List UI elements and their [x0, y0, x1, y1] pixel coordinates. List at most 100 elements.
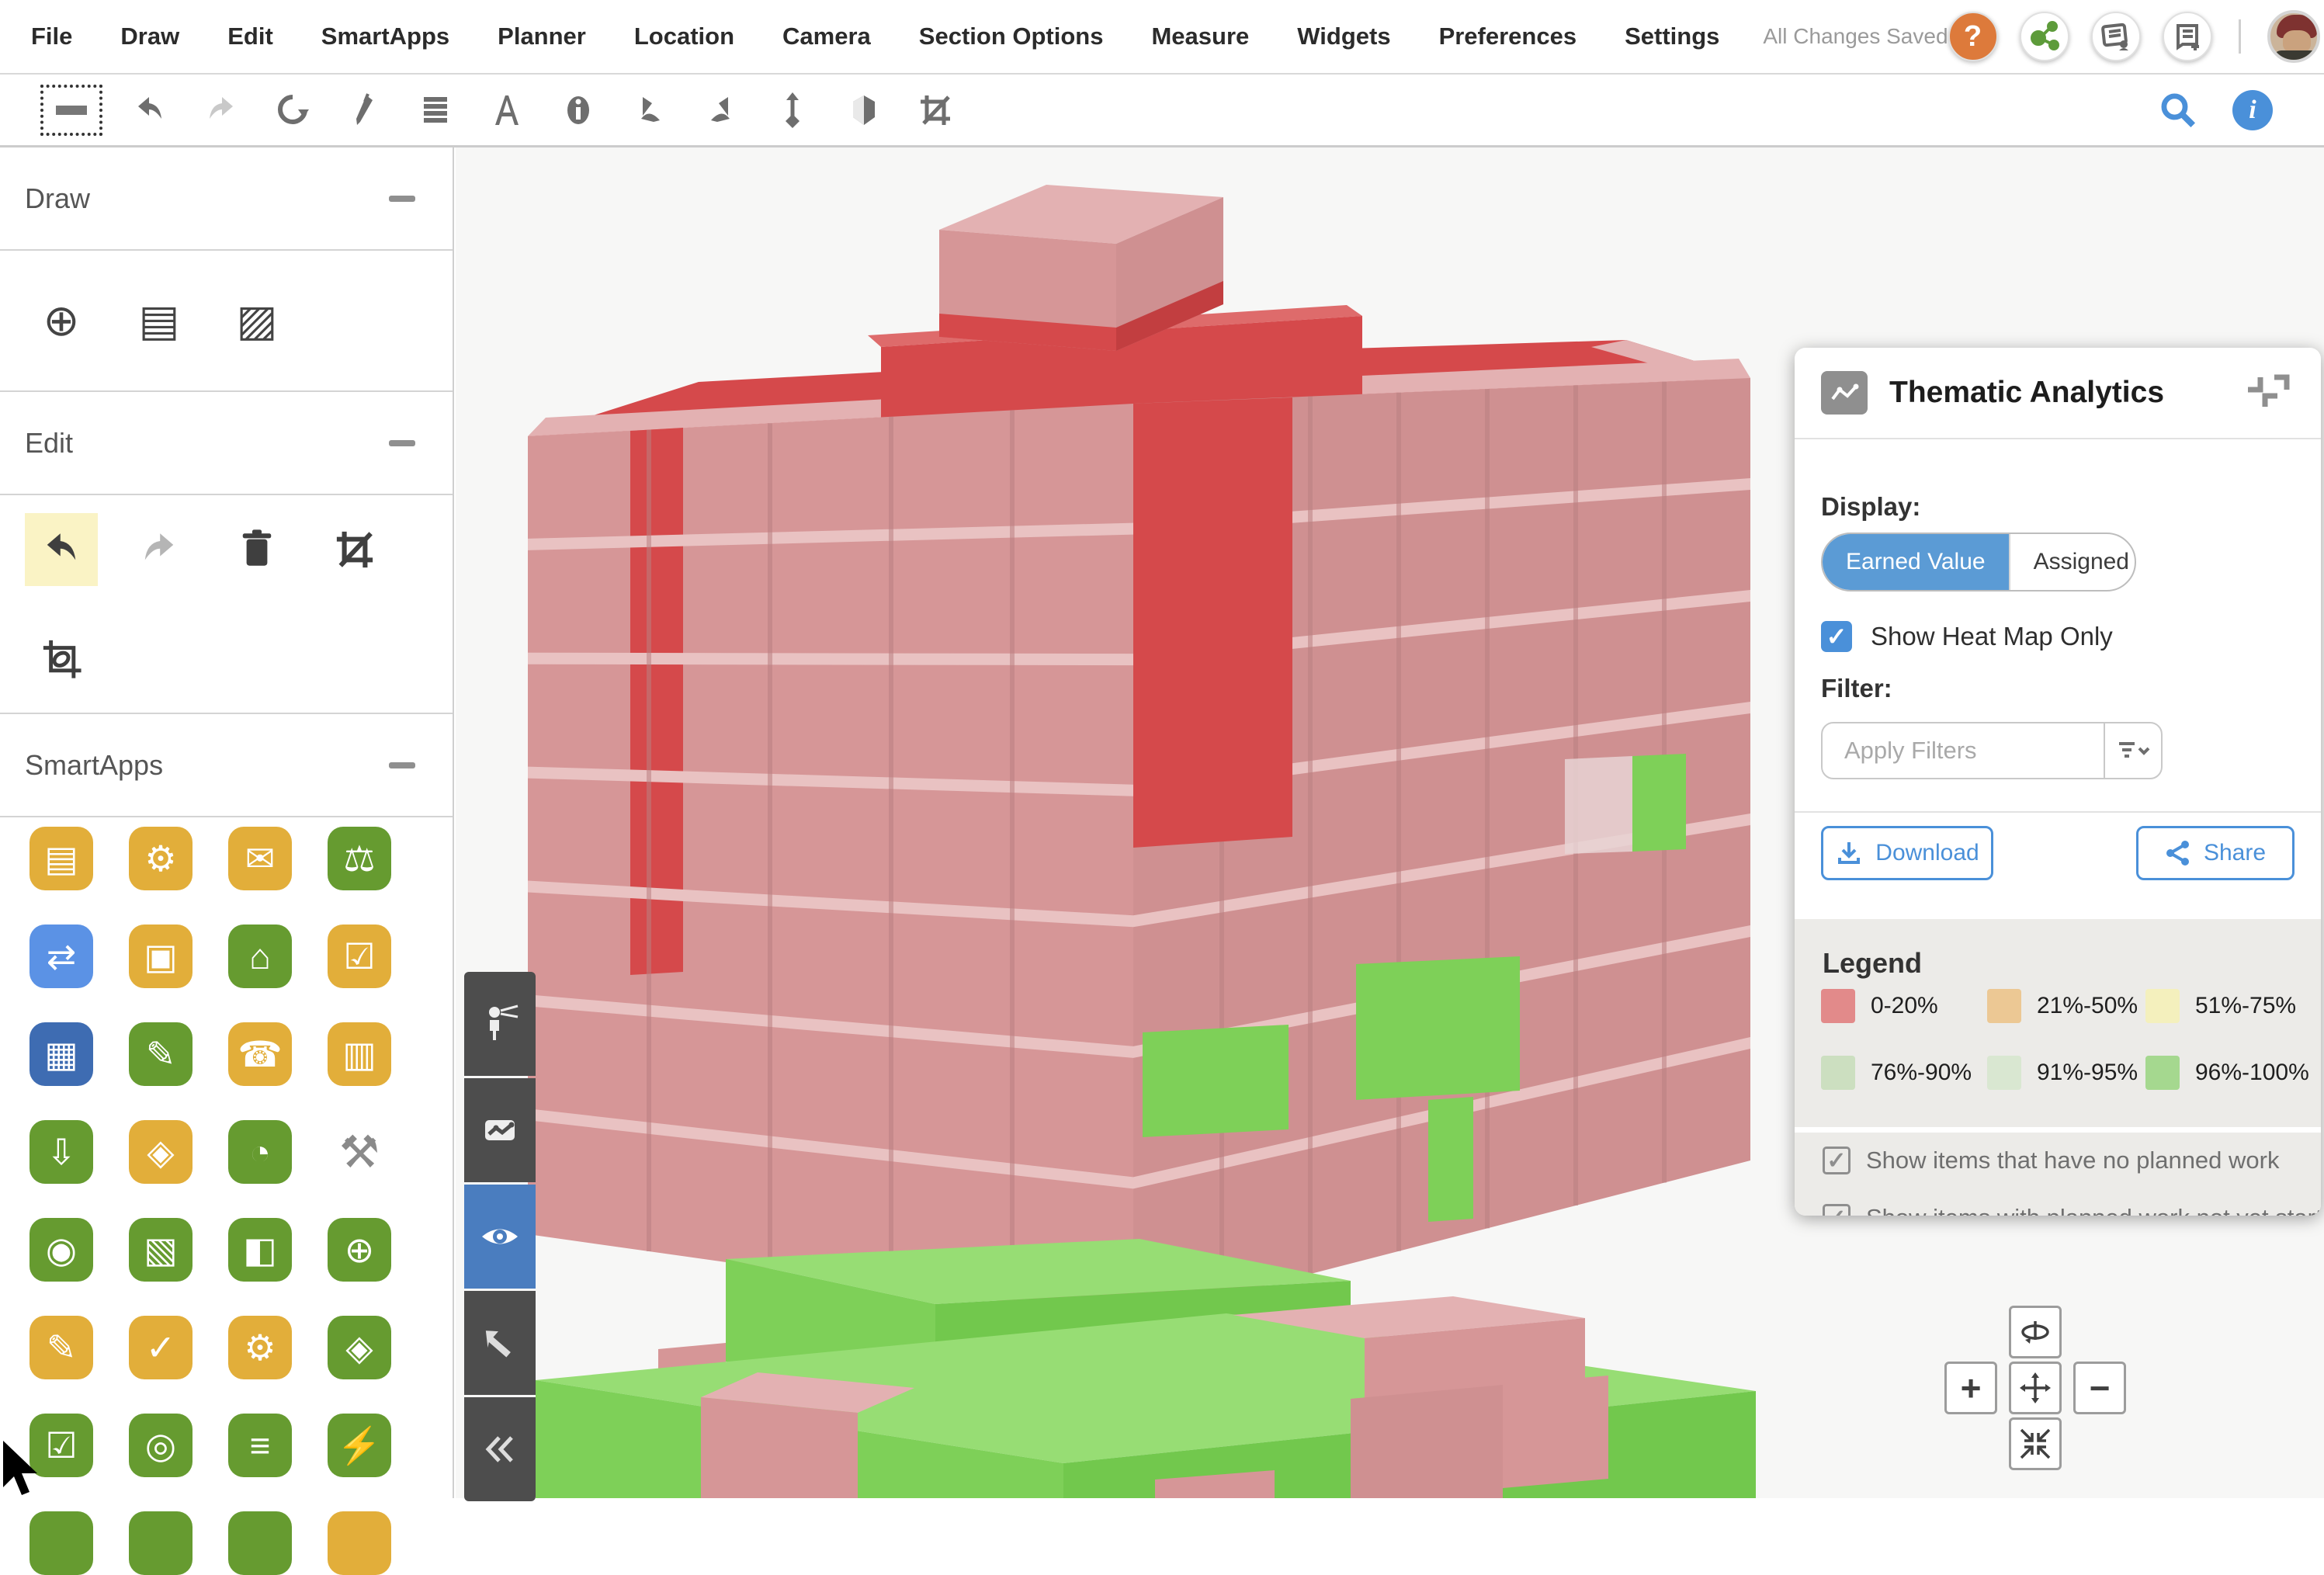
smartapp-shuffle[interactable]: ⇄ [29, 925, 93, 988]
menu-item-planner[interactable]: Planner [498, 23, 586, 50]
section-header-smartapps[interactable]: SmartApps [0, 714, 453, 817]
delete-button[interactable] [220, 513, 293, 586]
search-icon[interactable] [2158, 90, 2198, 130]
smartapp-checklist[interactable]: ✎ [129, 1022, 193, 1086]
smartapp-blueprint-measure[interactable]: ◈ [328, 1316, 391, 1379]
move-vertical-tool[interactable] [768, 86, 817, 134]
smartapp-truck-unload[interactable]: ⇩ [29, 1120, 93, 1184]
filter-dropdown-button[interactable] [2105, 737, 2161, 764]
pan-button[interactable] [2009, 1362, 2062, 1414]
add-link-button[interactable]: ⊕ [25, 284, 98, 357]
smartapp-legal-budget[interactable]: ⚖ [328, 827, 391, 890]
smartapp-emergency-call[interactable]: ☎ [228, 1022, 292, 1086]
orbit-button[interactable] [2009, 1306, 2062, 1358]
menu-item-draw[interactable]: Draw [120, 23, 179, 50]
checkbox-checked[interactable]: ✓ [1823, 1147, 1851, 1174]
smartapp-accident-report[interactable]: ▤ [29, 827, 93, 890]
viewer-info-icon[interactable]: i [2232, 90, 2273, 130]
menu-item-edit[interactable]: Edit [227, 23, 273, 50]
redo-tool[interactable] [197, 86, 245, 134]
smartapp-delivery-time[interactable]: ◔ [228, 1120, 292, 1184]
layers-tool[interactable] [411, 86, 460, 134]
smartapp-mir-lookup[interactable]: ◉ [29, 1218, 93, 1282]
cube-3d-tool[interactable] [840, 86, 888, 134]
collapse-icon[interactable] [389, 440, 415, 446]
smartapp-field-engineer[interactable]: ✎ [29, 1316, 93, 1379]
section-header-draw[interactable]: Draw [0, 147, 453, 251]
checkbox-checked[interactable]: ✓ [1823, 1204, 1851, 1216]
first-person-view-button[interactable] [464, 972, 536, 1076]
smartapp-partial-row-app-3[interactable] [228, 1511, 292, 1575]
add-note-button[interactable]: ▤ [123, 284, 196, 357]
not-started-row[interactable]: ✓ Show items with planned work not yet s… [1823, 1204, 2321, 1216]
menu-item-file[interactable]: File [31, 23, 72, 50]
select-arrow-button[interactable] [464, 1291, 536, 1395]
collapse-icon[interactable] [389, 196, 415, 202]
undo-button[interactable] [25, 513, 98, 586]
checkbox-checked[interactable]: ✓ [1821, 621, 1852, 652]
smartapp-site-monitor[interactable]: ▧ [129, 1218, 193, 1282]
feedback-button[interactable] [2091, 12, 2141, 61]
smartapp-certified-shield[interactable]: ✓ [129, 1316, 193, 1379]
smartapp-record-lookup[interactable]: ≡ [228, 1414, 292, 1477]
no-planned-work-row[interactable]: ✓ Show items that have no planned work [1823, 1147, 2279, 1174]
menu-item-smartapps[interactable]: SmartApps [321, 23, 449, 50]
crop-button[interactable] [318, 513, 391, 586]
smartapp-building-transfer[interactable]: ⌂ [228, 925, 292, 988]
crop-section-tool[interactable] [911, 86, 959, 134]
smartapp-facility[interactable]: ▦ [29, 1022, 93, 1086]
flip-right-tool[interactable] [697, 86, 745, 134]
smartapp-partial-row-app-4[interactable] [328, 1511, 391, 1575]
section-header-edit[interactable]: Edit [0, 392, 453, 495]
help-button[interactable]: ? [1948, 12, 1998, 61]
undo-tool[interactable] [126, 86, 174, 134]
zoom-in-button[interactable]: + [1944, 1362, 1997, 1414]
flip-left-tool[interactable] [626, 86, 674, 134]
fit-view-button[interactable] [2009, 1417, 2062, 1470]
rotate-view-tool[interactable] [269, 86, 317, 134]
marquee-select-tool[interactable] [40, 85, 102, 136]
menu-item-location[interactable]: Location [634, 23, 734, 50]
draw-pen-tool[interactable] [340, 86, 388, 134]
smartapp-document-search[interactable]: ◎ [129, 1414, 193, 1477]
smartapp-package-message[interactable]: ▣ [129, 925, 193, 988]
avatar[interactable] [2267, 10, 2320, 63]
menu-item-measure[interactable]: Measure [1151, 23, 1249, 50]
add-markup-image-button[interactable]: ▨ [220, 284, 293, 357]
smartapp-plug-alert[interactable]: ⚡ [328, 1414, 391, 1477]
smartapp-repair-tools[interactable]: ⚒ [328, 1120, 391, 1184]
smartapp-model-cube[interactable]: ◧ [228, 1218, 292, 1282]
dock-panel-icon[interactable] [2240, 371, 2290, 416]
menu-item-section-options[interactable]: Section Options [919, 23, 1104, 50]
toggle-assigned-work[interactable]: Assigned Work [2009, 534, 2136, 590]
share-button[interactable]: Share [2136, 826, 2295, 880]
toggle-earned-value[interactable]: Earned Value [1823, 534, 2009, 590]
filter-input[interactable]: Apply Filters [1821, 722, 2163, 779]
menu-item-widgets[interactable]: Widgets [1297, 23, 1390, 50]
menu-item-settings[interactable]: Settings [1625, 23, 1719, 50]
smartapp-process-gear[interactable]: ⚙ [228, 1316, 292, 1379]
zoom-out-button[interactable]: − [2073, 1362, 2126, 1414]
smartapp-team-check[interactable]: ☑ [328, 925, 391, 988]
add-report-button[interactable] [2163, 12, 2212, 61]
collapse-icon[interactable] [389, 762, 415, 768]
download-button[interactable]: Download [1821, 826, 1993, 880]
visibility-button[interactable] [464, 1185, 536, 1289]
smartapp-partial-row-app-2[interactable] [129, 1511, 193, 1575]
integrations-button[interactable] [2020, 12, 2069, 61]
redo-button[interactable] [123, 513, 196, 586]
smartapp-front-desk[interactable]: ▥ [328, 1022, 391, 1086]
smartapp-secure-report[interactable]: ◈ [129, 1120, 193, 1184]
menu-item-camera[interactable]: Camera [782, 23, 871, 50]
crop-link-button[interactable] [25, 622, 98, 695]
smartapp-partial-row-app-1[interactable] [29, 1511, 93, 1575]
collapse-toolbar-button[interactable] [464, 1397, 536, 1501]
text-annotation-tool[interactable] [483, 86, 531, 134]
smartapp-hand-tool[interactable]: ⊕ [328, 1218, 391, 1282]
heatmap-checkbox-row[interactable]: ✓ Show Heat Map Only [1821, 621, 2113, 652]
menu-item-preferences[interactable]: Preferences [1439, 23, 1577, 50]
smartapp-hazard-inspection[interactable]: ⚙ [129, 827, 193, 890]
info-tool[interactable] [554, 86, 602, 134]
analytics-view-button[interactable] [464, 1078, 536, 1182]
smartapp-chat-approval[interactable]: ✉ [228, 827, 292, 890]
